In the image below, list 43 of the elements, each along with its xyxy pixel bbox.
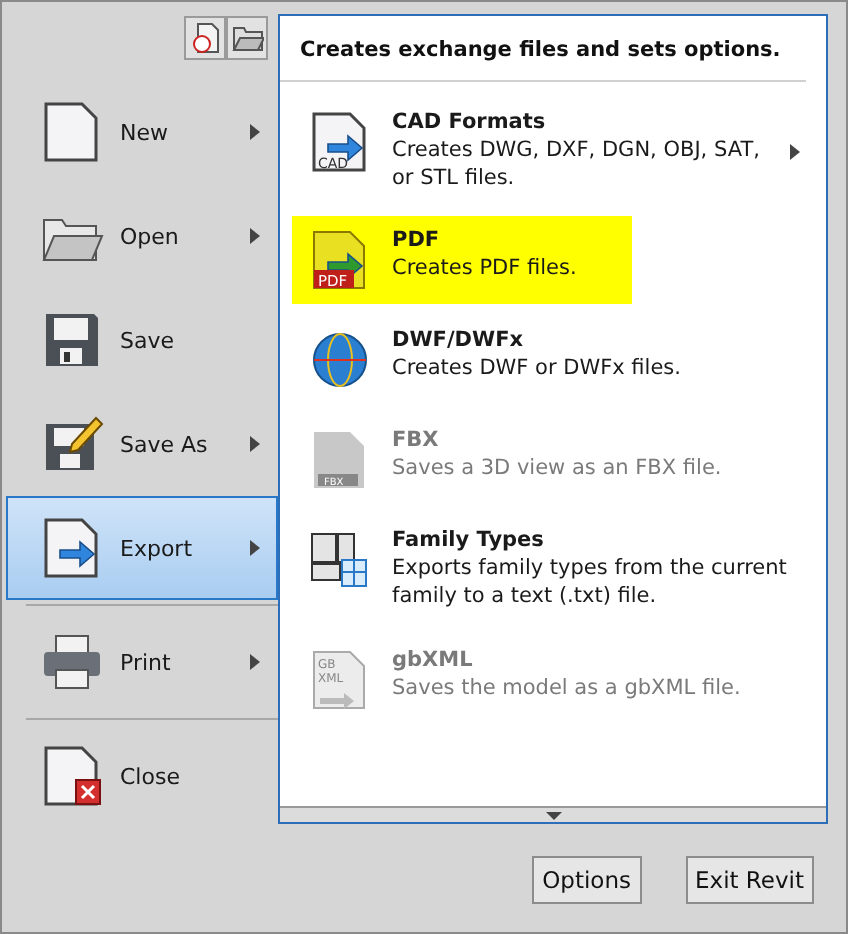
item-title: PDF [392,228,442,253]
folder-icon [231,25,263,51]
open-documents-button[interactable] [226,16,268,60]
page-clock-icon [191,22,219,54]
dialog-button[interactable]: Exit Revit [685,856,814,904]
item-title: gbXML [392,647,475,672]
caret-icon [250,540,260,556]
menu-item[interactable]: Export [6,496,278,600]
menu-item[interactable]: Save As [6,392,278,496]
caret-icon [250,124,260,140]
menu-item[interactable]: Close [6,724,278,828]
item-description: Creates PDF files. [392,256,579,284]
item-description: Saves a 3D view as an FBX file. [392,456,724,484]
floppy-pencil-icon [40,412,104,476]
caret-icon [250,654,260,670]
submenu-item[interactable]: DWF/DWFx Creates DWF or DWFx files. [292,316,808,405]
item-title: DWF/DWFx [392,328,526,353]
item-title: CAD Formats [392,110,548,134]
item-title: Family Types [392,528,546,553]
item-description: Exports family types from the current family to a text (.txt) file. [392,556,789,612]
down-arrow-icon [545,811,561,819]
table-grid-icon [308,528,372,593]
globe-icon [308,328,372,393]
caret-icon [250,436,260,452]
caret-icon [250,228,260,244]
menu-item[interactable]: Open [6,184,278,288]
item-title: FBX [392,428,441,453]
menu-item[interactable]: Save [6,288,278,392]
caret-icon [790,144,800,160]
arrow-icon [320,692,354,709]
item-description: Creates DWF or DWFx files. [392,356,683,384]
page-close-icon [40,744,104,808]
recent-documents-button[interactable] [184,16,226,60]
menu-item[interactable]: Print [6,610,278,714]
printer-icon [40,630,104,694]
submenu-header: Creates exchange files and sets options. [280,16,806,82]
blank-page-icon [40,100,104,164]
item-description: Saves the model as a gbXML file. [392,675,743,703]
submenu-item[interactable]: Family Types Exports family types from the current family to a text (.txt) file. [292,516,808,624]
menu-item[interactable]: New [6,80,278,184]
dialog-button[interactable]: Options [532,856,641,904]
page-arrow-icon [40,516,104,580]
item-description: Creates DWG, DXF, DGN, OBJ, SAT, or STL files. [392,138,762,193]
